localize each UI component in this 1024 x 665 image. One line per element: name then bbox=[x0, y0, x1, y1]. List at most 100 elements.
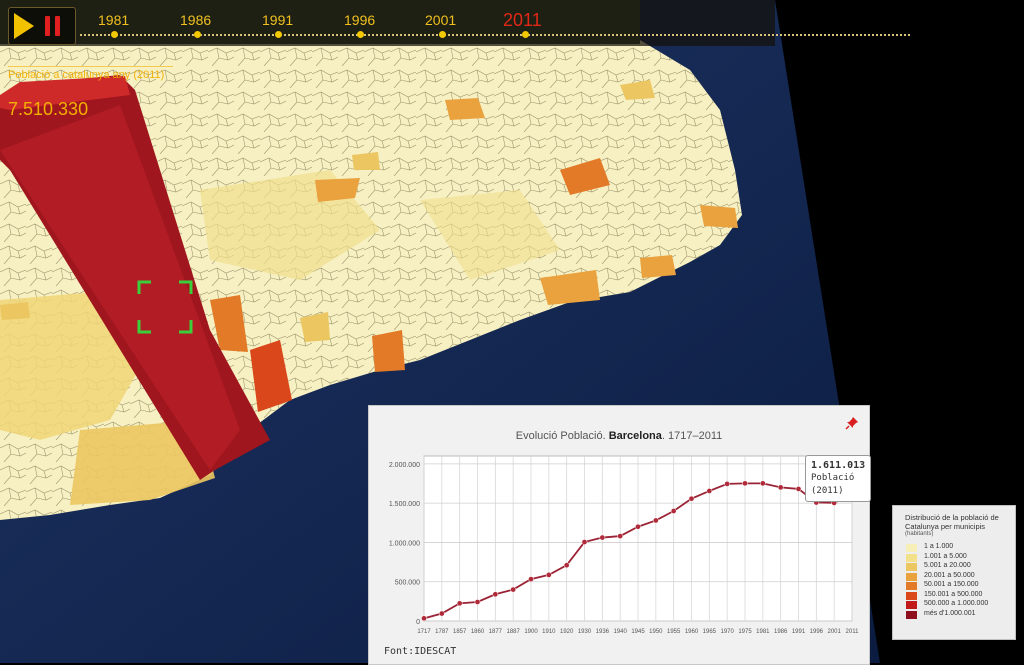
population-line-chart: 0 500.000 1.000.000 1.500.000 2.000.000 1717 1… bbox=[389, 455, 860, 635]
data-point bbox=[510, 586, 517, 593]
legend-label: 50.001 a 150.000 bbox=[924, 581, 979, 588]
x-tick-label: 1950 bbox=[649, 629, 663, 635]
x-tick-label: 1940 bbox=[613, 629, 627, 635]
legend-item: 1 a 1.000 bbox=[906, 543, 1015, 553]
y-tick-label: 1.500.000 bbox=[389, 501, 420, 508]
legend-swatch bbox=[906, 610, 917, 619]
legend-swatch bbox=[906, 572, 917, 581]
pin-icon[interactable] bbox=[845, 416, 859, 430]
x-tick-label: 1975 bbox=[738, 629, 752, 635]
data-point bbox=[635, 523, 641, 530]
x-tick-label: 1981 bbox=[756, 629, 770, 635]
x-tick-label: 1936 bbox=[596, 629, 610, 635]
data-point bbox=[528, 576, 534, 582]
target-reticle-icon[interactable] bbox=[137, 280, 193, 334]
year-marker[interactable] bbox=[275, 31, 282, 38]
data-point bbox=[777, 484, 784, 491]
data-point bbox=[545, 572, 552, 578]
data-point bbox=[759, 480, 766, 487]
legend-item: 20.001 a 50.000 bbox=[906, 572, 1015, 582]
x-tick-label: 2001 bbox=[827, 629, 841, 635]
timeline-track[interactable] bbox=[80, 34, 910, 36]
legend-item: 500.000 a 1.000.000 bbox=[906, 600, 1015, 610]
y-tick-label: 1.000.000 bbox=[389, 540, 420, 547]
data-point bbox=[795, 486, 802, 492]
data-point bbox=[670, 508, 677, 514]
x-tick-label: 1986 bbox=[774, 629, 788, 635]
year-1986[interactable]: 1986 bbox=[180, 12, 211, 28]
x-tick-label: 1920 bbox=[560, 629, 574, 635]
data-point bbox=[706, 488, 713, 494]
highlight-value: 7.510.330 bbox=[8, 99, 89, 119]
data-point bbox=[438, 610, 445, 617]
year-marker[interactable] bbox=[439, 31, 446, 38]
data-point bbox=[456, 600, 463, 607]
year-marker[interactable] bbox=[357, 31, 364, 38]
x-tick-label: 1717 bbox=[417, 629, 431, 635]
population-chart-panel: Evolució Població. Barcelona. 1717–2011 … bbox=[368, 405, 872, 665]
year-marker-active[interactable] bbox=[522, 31, 529, 38]
year-marker[interactable] bbox=[194, 31, 201, 38]
legend-label: més d'1.000.001 bbox=[924, 609, 976, 617]
x-tick-label: 1900 bbox=[524, 629, 538, 635]
data-point bbox=[742, 480, 748, 487]
x-tick-label: 1877 bbox=[489, 629, 503, 635]
year-1991[interactable]: 1991 bbox=[262, 12, 293, 28]
legend-swatch bbox=[906, 591, 917, 600]
population-legend: Distribució de la població de Catalunya … bbox=[892, 505, 1016, 640]
timeline-bar: 1981 1986 1991 1996 2001 2011 bbox=[0, 0, 910, 46]
legend-label: 1 a 1.000 bbox=[924, 543, 954, 550]
legend-subtitle: (habitants) bbox=[905, 531, 934, 537]
legend-label: 150.001 a 500.000 bbox=[924, 590, 983, 598]
legend-swatch bbox=[906, 544, 917, 552]
x-tick-label: 1970 bbox=[720, 629, 734, 635]
y-tick-label: 0 bbox=[416, 619, 420, 626]
y-tick-label: 500.000 bbox=[395, 580, 420, 587]
year-1981[interactable]: 1981 bbox=[98, 12, 129, 28]
data-point bbox=[421, 615, 427, 622]
data-point bbox=[581, 539, 588, 545]
year-2001[interactable]: 2001 bbox=[425, 12, 456, 28]
legend-label: 5.001 a 20.000 bbox=[924, 562, 971, 569]
legend-label: 500.000 a 1.000.000 bbox=[924, 600, 989, 607]
x-tick-label: 1787 bbox=[435, 629, 449, 635]
subtitle-divider bbox=[8, 66, 173, 67]
legend-swatch bbox=[906, 563, 917, 571]
x-tick-label: 2011 bbox=[846, 629, 860, 635]
y-tick-label: 2.000.000 bbox=[389, 462, 420, 469]
data-point bbox=[563, 562, 570, 569]
data-point bbox=[688, 495, 695, 502]
x-tick-label: 1857 bbox=[453, 629, 467, 635]
play-icon[interactable] bbox=[14, 13, 34, 39]
legend-label: 1.001 a 5.000 bbox=[924, 552, 967, 560]
year-1996[interactable]: 1996 bbox=[344, 12, 375, 28]
chart-source: Font:IDESCAT bbox=[384, 646, 457, 657]
pause-icon[interactable] bbox=[45, 16, 63, 36]
x-tick-label: 1887 bbox=[506, 629, 520, 635]
data-point bbox=[652, 517, 659, 524]
x-tick-label: 1955 bbox=[667, 629, 681, 635]
x-tick-label: 1965 bbox=[703, 629, 717, 635]
data-point bbox=[599, 534, 606, 541]
legend-item: 5.001 a 20.000 bbox=[906, 562, 1015, 572]
x-tick-label: 1860 bbox=[471, 629, 485, 635]
data-point bbox=[617, 533, 624, 539]
year-marker[interactable] bbox=[111, 31, 118, 38]
legend-list: 1 a 1.000 1.001 a 5.000 5.001 a 20.000 20.0… bbox=[893, 543, 1015, 619]
playback-controls bbox=[8, 7, 76, 45]
x-tick-label: 1945 bbox=[631, 629, 645, 635]
legend-title: Distribució de la població de Catalunya … bbox=[905, 513, 999, 531]
data-point bbox=[474, 599, 481, 605]
legend-swatch bbox=[906, 553, 917, 562]
legend-swatch bbox=[906, 601, 917, 609]
x-tick-label: 1910 bbox=[542, 629, 556, 635]
x-tick-label: 1960 bbox=[685, 629, 699, 635]
year-2011[interactable]: 2011 bbox=[503, 10, 542, 31]
legend-item: 150.001 a 500.000 bbox=[906, 591, 1015, 601]
chart-tooltip: 1.611.013 Població (2011) bbox=[805, 455, 872, 502]
data-point bbox=[724, 481, 731, 487]
map-subtitle: Població a catalunya any (2011) bbox=[8, 69, 165, 81]
x-tick-label: 1991 bbox=[792, 629, 806, 635]
data-point bbox=[492, 591, 499, 598]
legend-label: 20.001 a 50.000 bbox=[924, 571, 975, 579]
